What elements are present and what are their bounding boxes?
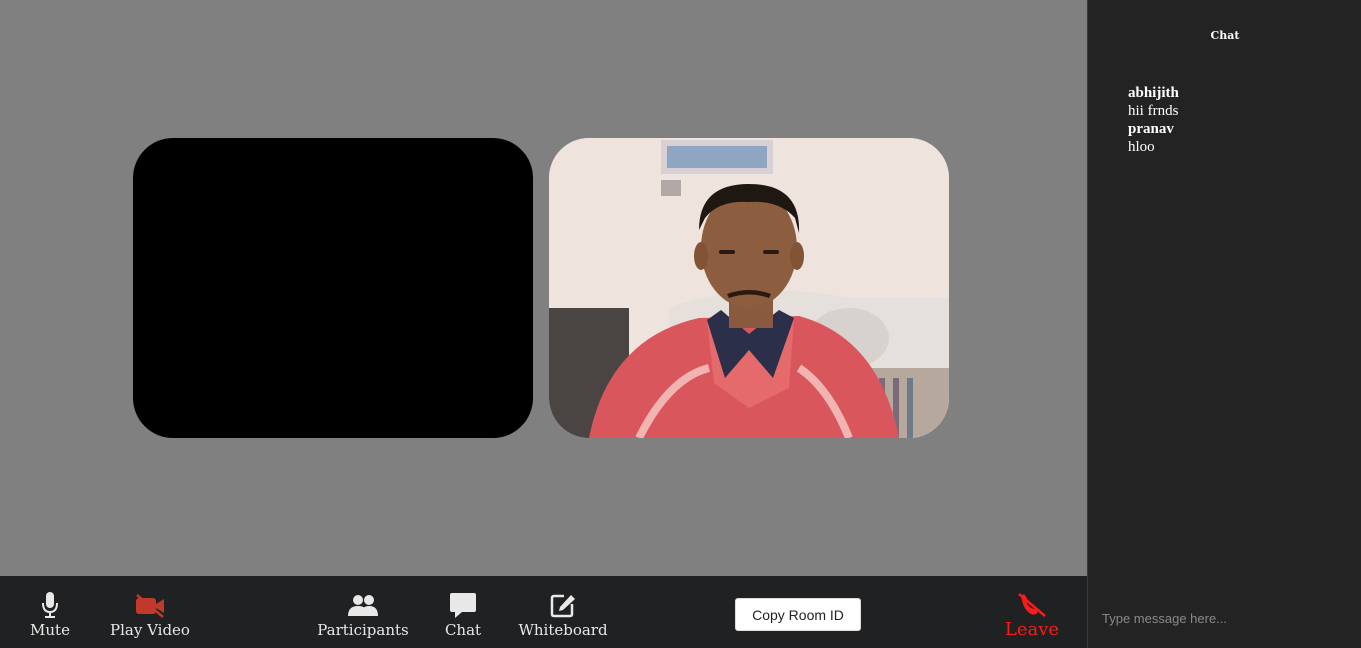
video-stage	[0, 0, 1087, 576]
play-video-button[interactable]: Play Video	[110, 576, 190, 648]
chat-message-input[interactable]	[1094, 604, 1350, 632]
chat-messages: abhijith hii frnds pranav hloo	[1128, 84, 1179, 156]
participants-button[interactable]: Participants	[317, 576, 409, 648]
participants-label: Participants	[317, 621, 409, 639]
edit-icon	[550, 594, 575, 618]
message-text: hloo	[1128, 139, 1155, 155]
comment-icon	[450, 593, 476, 618]
participant-video-frame	[549, 138, 949, 438]
leave-label: Leave	[1004, 619, 1060, 640]
local-video-tile	[133, 138, 533, 438]
chat-title: Chat	[1210, 29, 1240, 42]
chat-panel: Chat abhijith hii frnds pranav hloo	[1087, 0, 1361, 648]
remote-video-tile	[549, 138, 949, 438]
microphone-icon	[42, 592, 58, 618]
leave-button[interactable]: Leave	[1004, 576, 1060, 648]
copy-room-id-button[interactable]: Copy Room ID	[735, 598, 861, 631]
whiteboard-label: Whiteboard	[518, 621, 608, 639]
phone-slash-icon	[1018, 593, 1046, 617]
whiteboard-button[interactable]: Whiteboard	[518, 576, 608, 648]
chat-label: Chat	[444, 621, 482, 639]
meeting-toolbar: Mute Play Video Participants Chat Whiteb…	[0, 576, 1087, 648]
users-icon	[348, 595, 378, 616]
mute-label: Mute	[30, 621, 70, 639]
message-text: hii frnds	[1128, 103, 1179, 119]
mute-button[interactable]: Mute	[28, 576, 72, 648]
play-video-label: Play Video	[110, 621, 190, 639]
message-username: pranav	[1128, 121, 1174, 137]
message-username: abhijith	[1128, 85, 1179, 101]
video-slash-icon	[136, 594, 164, 618]
chat-button[interactable]: Chat	[440, 576, 486, 648]
